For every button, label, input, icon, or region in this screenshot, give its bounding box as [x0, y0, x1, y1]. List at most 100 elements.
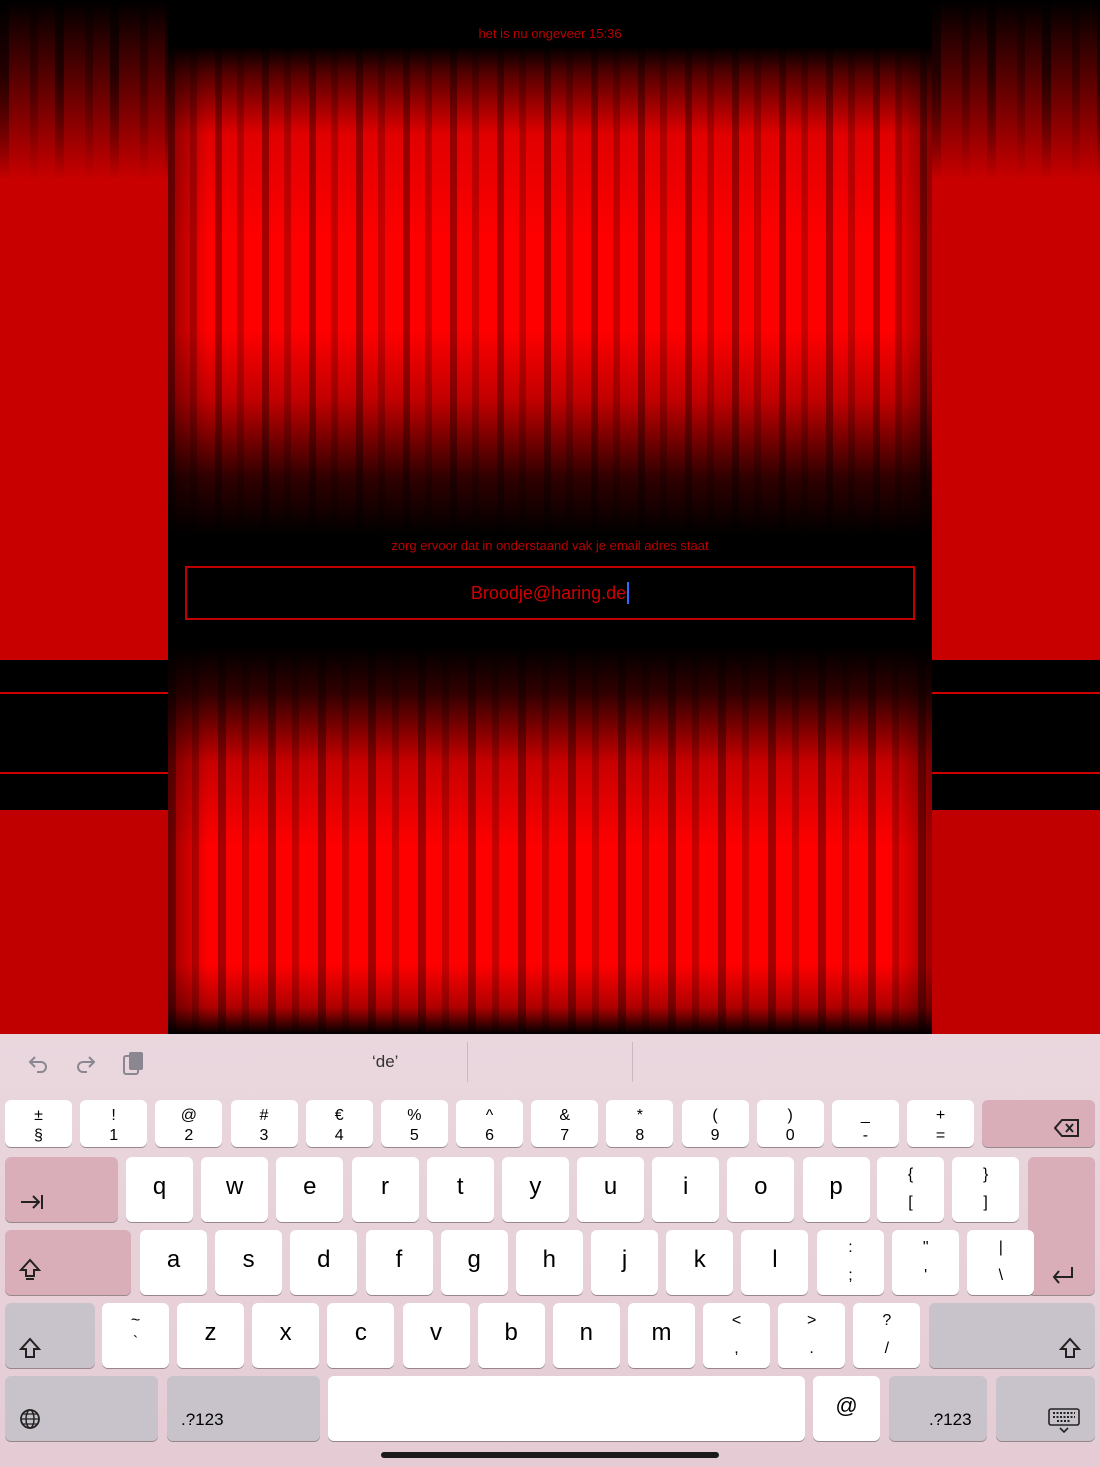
key-top-label: _ [860, 1107, 870, 1124]
key-6[interactable]: ^ 6 [456, 1100, 524, 1147]
delete-key[interactable] [982, 1100, 1095, 1147]
key-e[interactable]: e [276, 1157, 344, 1222]
key-slash[interactable]: ? / [853, 1303, 921, 1368]
key-semicolon[interactable]: :; [817, 1230, 884, 1295]
hide-keyboard-key[interactable] [996, 1376, 1095, 1441]
key-k[interactable]: k [666, 1230, 734, 1295]
key-top-label: > [806, 1312, 817, 1329]
email-input[interactable]: Broodje@haring.de [185, 566, 915, 620]
key-label: s [242, 1246, 255, 1273]
key-label: z [204, 1319, 217, 1346]
key-bottom-label: 2 [184, 1127, 194, 1144]
key-][interactable]: }] [952, 1157, 1020, 1222]
numbers-key-right[interactable]: .?123 [889, 1376, 987, 1441]
numbers-key-label: .?123 [929, 1410, 972, 1429]
key-1[interactable]: ! 1 [80, 1100, 148, 1147]
key-bottom-label: ; [848, 1267, 853, 1284]
key-top-label: @ [180, 1107, 197, 1124]
key-bottom-label: 1 [109, 1127, 119, 1144]
key-top-label: * [636, 1107, 643, 1124]
key-label: l [772, 1246, 778, 1273]
home-indicator [381, 1452, 719, 1458]
key-7[interactable]: & 7 [531, 1100, 599, 1147]
return-key[interactable] [1028, 1157, 1095, 1295]
key-r[interactable]: r [351, 1157, 419, 1222]
key-q[interactable]: q [126, 1157, 193, 1222]
key-=[interactable]: + = [907, 1100, 975, 1147]
key-bottom-label: 0 [785, 1127, 795, 1144]
key-§[interactable]: ± § [5, 1100, 72, 1147]
key-label: v [430, 1319, 442, 1346]
caps-lock-key[interactable] [5, 1230, 131, 1295]
key-o[interactable]: o [727, 1157, 795, 1222]
key-b[interactable]: b [477, 1303, 545, 1368]
key-bottom-label: 8 [635, 1127, 645, 1144]
globe-key[interactable] [5, 1376, 158, 1441]
key-at[interactable]: @ [813, 1376, 880, 1441]
key-j[interactable]: j [591, 1230, 659, 1295]
key-2[interactable]: @2 [155, 1100, 223, 1147]
shift-right-key[interactable] [929, 1303, 1095, 1368]
autocorrect-suggestion[interactable]: ‘de’ [372, 1052, 398, 1072]
numbers-key-left[interactable]: .?123 [167, 1376, 320, 1441]
key-f[interactable]: f [365, 1230, 433, 1295]
key-a[interactable]: a [140, 1230, 207, 1295]
key-y[interactable]: y [501, 1157, 569, 1222]
key-top-label: < [731, 1312, 742, 1329]
tab-icon [19, 1193, 45, 1216]
key-z[interactable]: z [177, 1303, 244, 1368]
tab-key[interactable] [5, 1157, 118, 1222]
key-4[interactable]: €4 [305, 1100, 373, 1147]
key-bottom-label: ] [983, 1194, 988, 1211]
key-s[interactable]: s [215, 1230, 283, 1295]
key-period[interactable]: >. [778, 1303, 846, 1368]
key-backtick[interactable]: ~ ` [102, 1303, 169, 1368]
delete-icon [1053, 1118, 1080, 1143]
key-m[interactable]: m [628, 1303, 696, 1368]
key-x[interactable]: x [252, 1303, 320, 1368]
key-label: r [381, 1173, 389, 1200]
key-9[interactable]: (9 [681, 1100, 749, 1147]
numbers-key-label: .?123 [181, 1410, 224, 1429]
key-l[interactable]: l [741, 1230, 809, 1295]
key-label: u [603, 1173, 618, 1200]
space-bar[interactable] [328, 1376, 805, 1441]
key-3[interactable]: #3 [230, 1100, 298, 1147]
key-5[interactable]: % 5 [380, 1100, 448, 1147]
key-top-label: { [907, 1166, 914, 1183]
key--[interactable]: _ - [831, 1100, 899, 1147]
key-c[interactable]: c [327, 1303, 395, 1368]
key-t[interactable]: t [426, 1157, 494, 1222]
key-label: f [395, 1246, 403, 1273]
key-g[interactable]: g [440, 1230, 508, 1295]
key-i[interactable]: i [652, 1157, 720, 1222]
key-p[interactable]: p [802, 1157, 870, 1222]
key-top-label: " [922, 1239, 929, 1256]
clipboard-icon[interactable] [118, 1048, 150, 1080]
shift-left-key[interactable] [5, 1303, 95, 1368]
key-backslash[interactable]: | \ [967, 1230, 1035, 1295]
key-0[interactable]: ) 0 [756, 1100, 824, 1147]
undo-icon[interactable] [22, 1048, 54, 1080]
key-bottom-label: 3 [259, 1127, 269, 1144]
return-icon [1050, 1265, 1076, 1290]
key-label: p [829, 1173, 843, 1200]
key-d[interactable]: d [290, 1230, 358, 1295]
key-n[interactable]: n [552, 1303, 620, 1368]
key-bottom-label: [ [908, 1194, 913, 1211]
email-instruction: zorg ervoor dat in onderstaand vak je em… [391, 538, 709, 553]
key-w[interactable]: w [201, 1157, 269, 1222]
key-u[interactable]: u [577, 1157, 645, 1222]
key-v[interactable]: v [402, 1303, 470, 1368]
key-top-label: ± [34, 1107, 43, 1124]
key-h[interactable]: h [515, 1230, 583, 1295]
key-comma[interactable]: <, [703, 1303, 770, 1368]
key-8[interactable]: * 8 [606, 1100, 674, 1147]
key-bottom-label: ` [132, 1334, 139, 1351]
key-label: m [651, 1319, 672, 1346]
key-[[interactable]: {[ [877, 1157, 944, 1222]
key-quote[interactable]: " ' [892, 1230, 960, 1295]
redo-icon[interactable] [70, 1048, 102, 1080]
background-side-right [932, 0, 1100, 1034]
key-label: k [693, 1246, 706, 1273]
